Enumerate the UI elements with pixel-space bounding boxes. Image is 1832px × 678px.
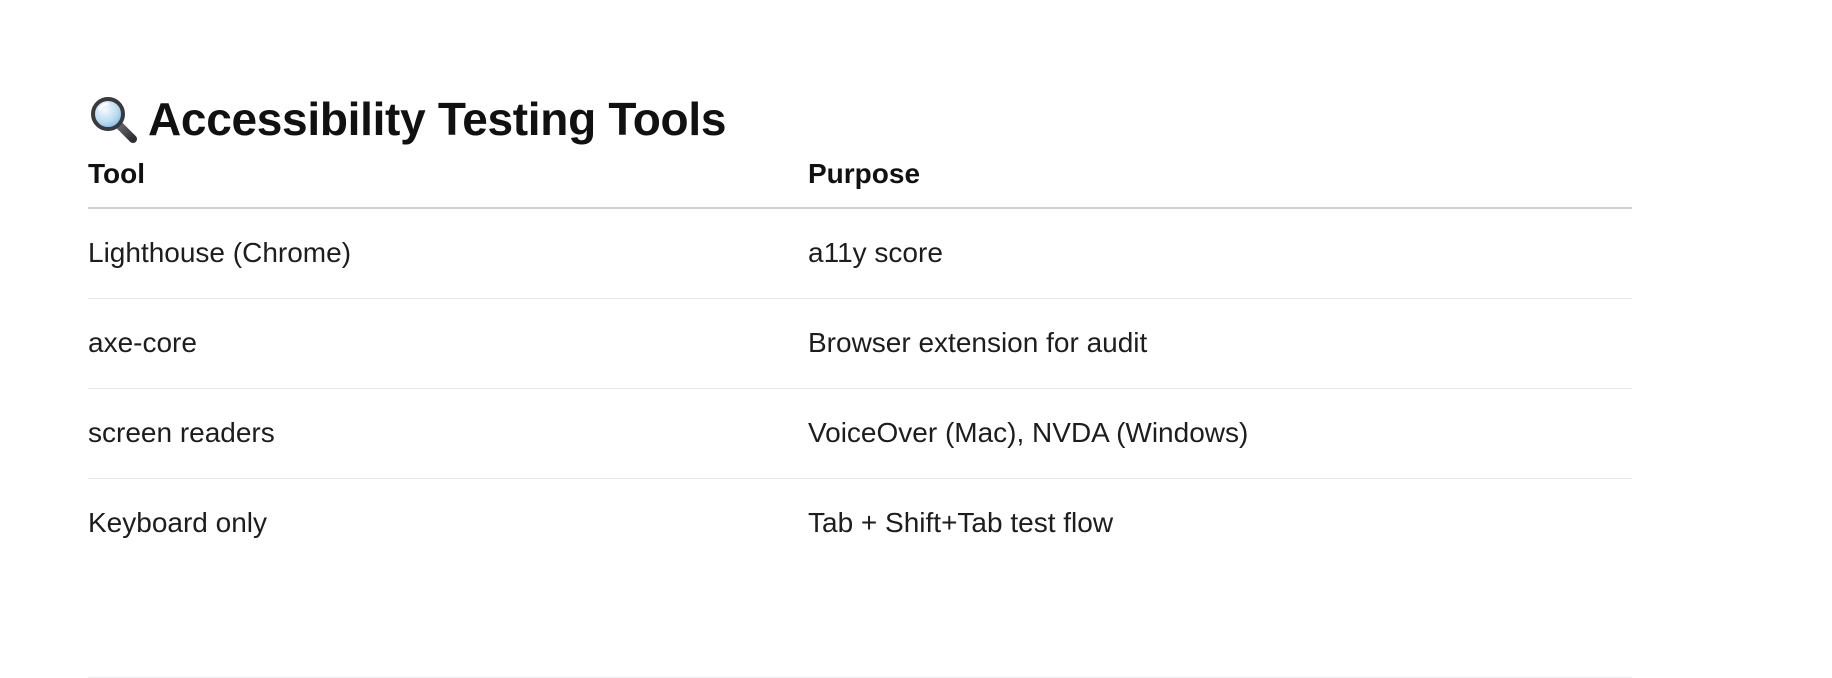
- table-row: axe-core Browser extension for audit: [88, 298, 1632, 389]
- tool-cell: Keyboard only: [88, 507, 268, 539]
- tool-cell: axe-core: [88, 298, 808, 389]
- tools-table: Tool Purpose Lighthouse (Chrome) a11y sc…: [88, 150, 1632, 568]
- tool-cell: screen readers: [88, 388, 808, 479]
- purpose-cell: a11y score: [808, 208, 1632, 299]
- column-header-purpose: Purpose: [808, 150, 1632, 209]
- magnifying-glass-icon: [88, 94, 138, 144]
- section-heading: Accessibility Testing Tools: [88, 89, 726, 149]
- purpose-cell: VoiceOver (Mac), NVDA (Windows): [808, 388, 1632, 479]
- table-row: screen readers VoiceOver (Mac), NVDA (Wi…: [88, 388, 1632, 479]
- purpose-cell: Browser extension for audit: [808, 298, 1632, 389]
- section-title: Accessibility Testing Tools: [148, 92, 727, 145]
- table-row: Keyboard only Tab + Shift+Tab test flow: [88, 478, 1632, 568]
- column-header-tool: Tool: [88, 150, 808, 209]
- tool-cell: Lighthouse (Chrome): [88, 208, 808, 299]
- table-header-row: Tool Purpose: [88, 150, 1632, 209]
- purpose-cell: Tab + Shift+Tab test flow: [808, 507, 1114, 539]
- table-row: Lighthouse (Chrome) a11y score: [88, 208, 1632, 299]
